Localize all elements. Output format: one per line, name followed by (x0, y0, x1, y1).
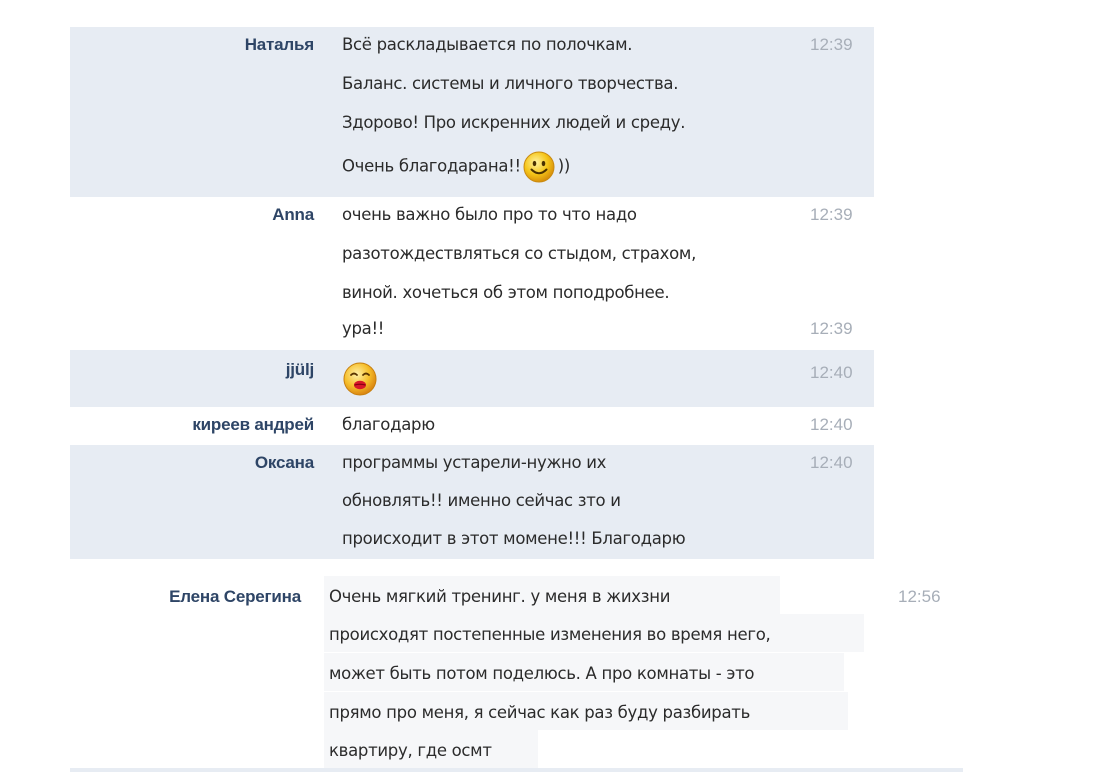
message-time: 12:39 (810, 319, 853, 338)
message-time: 12:39 (810, 205, 853, 224)
message-text-line: может быть потом поделюсь. А про комнаты… (329, 664, 755, 683)
message-text-line: обновлять!! именно сейчас зто и (342, 491, 621, 510)
message-text-line: ура!! (342, 319, 385, 338)
message-text-line: благодарю (342, 415, 435, 434)
message-text-line: происходит в этот момене!!! Благодарю (342, 529, 686, 548)
message-row: jjülj 12:40 (70, 350, 874, 407)
message-text-line: программы устарели-нужно их (342, 453, 607, 472)
message-author[interactable]: Наталья (245, 35, 314, 55)
kiss-emoticon-icon (342, 361, 378, 397)
message-author[interactable]: jjülj (286, 360, 314, 380)
message-text-line: разотождествляться со стыдом, страхом, (342, 244, 697, 263)
divider (70, 768, 963, 772)
message-text: Очень благодарана!! (342, 156, 521, 176)
message-text-line: Баланс. системы и личного творчества. (342, 74, 679, 93)
message-time: 12:39 (810, 35, 853, 54)
message-row: Оксана 12:40 программы устарели-нужно их… (70, 445, 874, 559)
message-text-line: очень важно было про то что надо (342, 205, 637, 224)
message-text-line: Здорово! Про искренних людей и среду. (342, 113, 686, 132)
message-text-line: квартиру, где осмт (329, 741, 492, 760)
smile-emoticon-icon (523, 151, 555, 183)
message-text-line: Всё раскладывается по полочкам. (342, 35, 633, 54)
message-author[interactable]: Оксана (255, 453, 314, 473)
message-time: 12:40 (810, 415, 853, 434)
message-text-line-with-smiley: Очень благодарана!! )) (342, 151, 570, 183)
message-time: 12:40 (810, 453, 853, 472)
message-text-line: виной. хочеться об этом поподробнее. (342, 283, 670, 302)
message-row: Anna 12:39 очень важно было про то что н… (70, 197, 874, 350)
message-text-line: происходят постепенные изменения во врем… (329, 625, 771, 644)
message-emoticon-line (340, 361, 381, 397)
message-time: 12:56 (898, 587, 941, 606)
message-text-line: Очень мягкий тренинг. у меня в жихзни (329, 587, 671, 606)
message-time: 12:40 (810, 363, 853, 382)
message-row: киреев андрей 12:40 благодарю (70, 407, 874, 445)
message-row: Наталья 12:39 Всё раскладывается по поло… (70, 27, 874, 197)
message-text-line: прямо про меня, я сейчас как раз буду ра… (329, 703, 750, 722)
message-text: )) (557, 156, 571, 176)
message-author[interactable]: Anna (272, 205, 314, 225)
message-author[interactable]: Елена Серегина (169, 587, 301, 607)
message-row: Елена Серегина 12:56 Очень мягкий тренин… (70, 576, 963, 768)
message-author[interactable]: киреев андрей (192, 415, 314, 435)
